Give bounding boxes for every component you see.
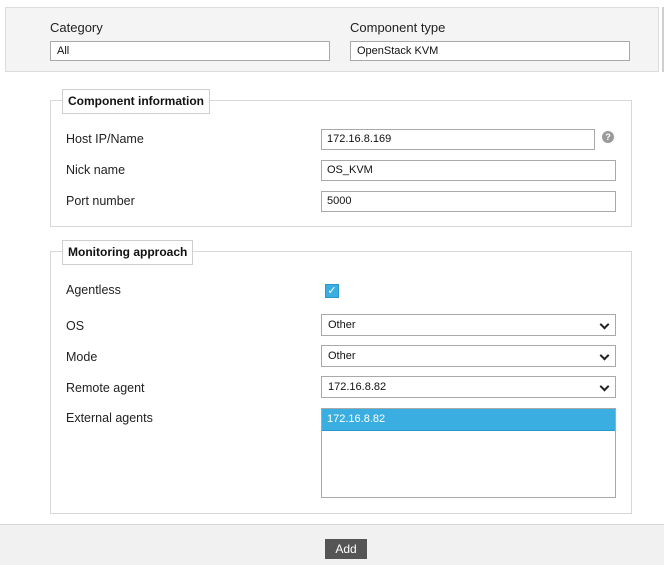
add-button[interactable]: Add [325, 539, 367, 559]
host-label: Host IP/Name [66, 132, 144, 146]
monitoring-approach-legend: Monitoring approach [62, 240, 194, 265]
top-panel: Category All Component type OpenStack KV… [5, 7, 659, 72]
host-input[interactable]: 172.16.8.169 [321, 129, 595, 150]
chevron-down-icon [599, 319, 610, 330]
remote-agent-label: Remote agent [66, 381, 145, 395]
nick-name-label: Nick name [66, 163, 126, 177]
help-icon[interactable]: ? [602, 131, 614, 143]
mode-label: Mode [66, 350, 98, 364]
component-type-field[interactable]: OpenStack KVM [350, 41, 630, 61]
os-label: OS [66, 319, 85, 333]
port-number-label: Port number [66, 194, 135, 208]
mode-select[interactable]: Other [321, 345, 616, 367]
nick-name-input[interactable]: OS_KVM [321, 160, 616, 181]
external-agents-listbox[interactable]: 172.16.8.82 [321, 408, 616, 498]
component-information-section: Component information Host IP/Name 172.1… [50, 89, 632, 227]
mode-selected-value: Other [328, 350, 356, 362]
component-type-label: Component type [350, 20, 446, 35]
os-select[interactable]: Other [321, 314, 616, 336]
remote-agent-select[interactable]: 172.16.8.82 [321, 376, 616, 398]
category-field[interactable]: All [50, 41, 330, 61]
chevron-down-icon [599, 350, 610, 361]
checkbox-check-icon: ✓ [327, 285, 337, 297]
chevron-down-icon [599, 381, 610, 392]
footer-bar: Add [0, 524, 664, 565]
agentless-checkbox[interactable]: ✓ [325, 284, 339, 298]
os-selected-value: Other [328, 319, 356, 331]
component-information-legend: Component information [62, 89, 210, 114]
external-agent-option[interactable]: 172.16.8.82 [322, 409, 615, 431]
external-agents-label: External agents [66, 411, 153, 425]
port-number-input[interactable]: 5000 [321, 191, 616, 212]
category-label: Category [50, 20, 103, 35]
agentless-label: Agentless [66, 283, 121, 297]
monitoring-approach-section: Monitoring approach Agentless ✓ OS Other… [50, 240, 632, 514]
remote-agent-selected-value: 172.16.8.82 [328, 381, 387, 393]
